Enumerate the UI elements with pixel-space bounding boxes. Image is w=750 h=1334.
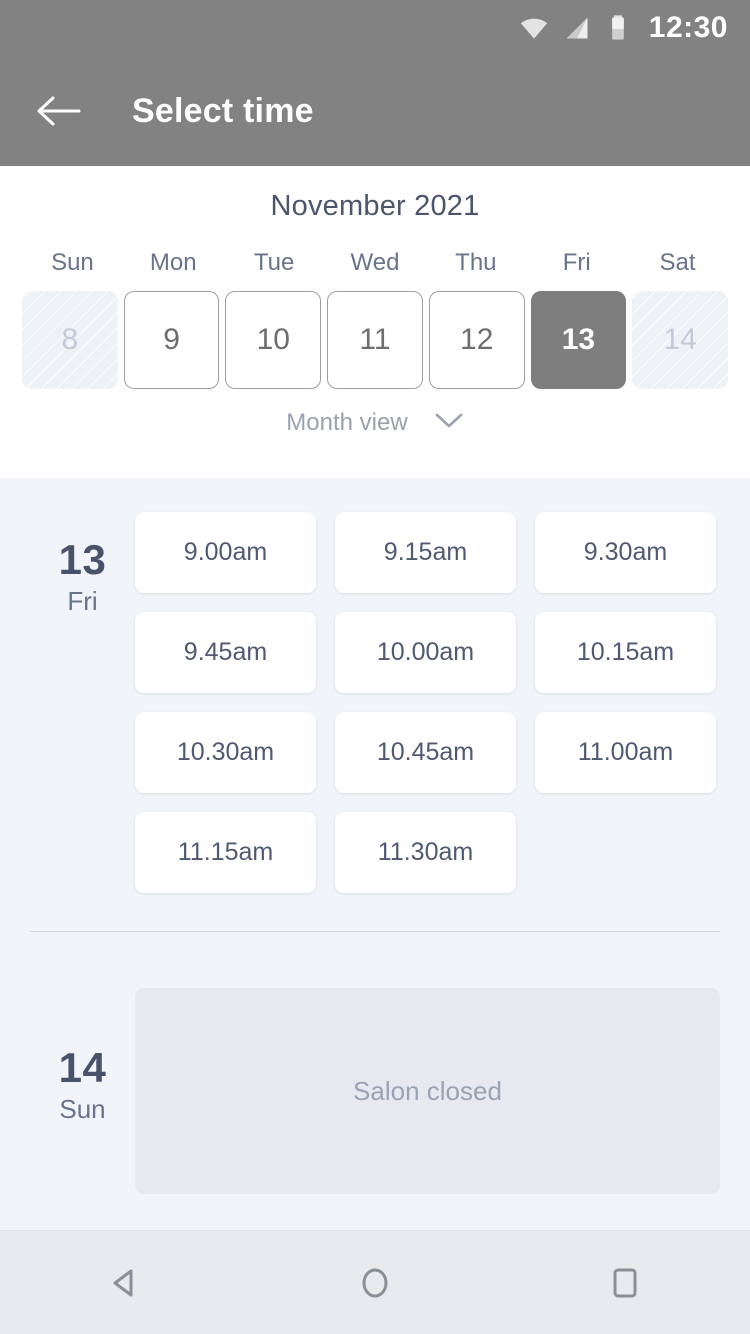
calendar-day-13-selected[interactable]: 13	[530, 291, 627, 389]
cellular-signal-icon	[563, 14, 591, 42]
weekday-label: Thu	[455, 249, 497, 276]
schedule-day-number: 13	[58, 536, 107, 583]
wifi-icon	[519, 13, 549, 43]
chevron-down-icon	[434, 412, 464, 435]
schedule-day-number: 14	[58, 1044, 107, 1091]
page-title: Select time	[132, 91, 314, 130]
calendar-day-10[interactable]: 10	[225, 291, 322, 389]
schedule-panel: 13 Fri 9.00am 9.15am 9.30am 9.45am 10.00…	[0, 478, 750, 1230]
month-view-toggle[interactable]: Month view	[0, 409, 750, 437]
calendar-weekday-header: Sun Mon Tue Wed Thu Fri Sat	[0, 249, 750, 277]
weekday-label: Fri	[562, 249, 591, 276]
calendar-day-14: 14	[632, 291, 728, 389]
schedule-day-name: Fri	[67, 586, 98, 617]
calendar-day-11[interactable]: 11	[327, 291, 423, 389]
schedule-day-14: 14 Sun Salon closed	[0, 932, 750, 1230]
calendar-day-9[interactable]: 9	[123, 291, 220, 389]
app-bar: Select time	[0, 56, 750, 166]
battery-icon	[605, 14, 631, 42]
time-slot[interactable]: 9.30am	[535, 512, 716, 593]
weekday-label: Sun	[51, 249, 94, 276]
time-slot[interactable]: 11.15am	[135, 812, 316, 893]
month-view-label: Month view	[286, 409, 408, 436]
calendar-week-row: 8 9 10 11 12 13 14	[0, 291, 750, 389]
calendar-panel: November 2021 Sun Mon Tue Wed Thu Fri Sa…	[0, 166, 750, 478]
time-slot[interactable]: 9.00am	[135, 512, 316, 593]
calendar-day-12[interactable]: 12	[428, 291, 525, 389]
schedule-day-13: 13 Fri 9.00am 9.15am 9.30am 9.45am 10.00…	[0, 478, 750, 893]
weekday-label: Wed	[350, 249, 400, 276]
time-slot[interactable]: 9.15am	[335, 512, 516, 593]
time-slot-grid: 9.00am 9.15am 9.30am 9.45am 10.00am 10.1…	[135, 512, 720, 893]
back-button[interactable]	[32, 85, 84, 137]
weekday-label: Tue	[253, 249, 295, 276]
time-slot[interactable]: 10.45am	[335, 712, 516, 793]
schedule-day-label: 14 Sun	[30, 988, 135, 1194]
calendar-day-8: 8	[22, 291, 118, 389]
schedule-day-label: 13 Fri	[30, 512, 135, 893]
phone-screen: 12:30 Select time November 2021 Sun Mon …	[0, 0, 750, 1334]
time-slot[interactable]: 10.30am	[135, 712, 316, 793]
time-slot[interactable]: 11.00am	[535, 712, 716, 793]
schedule-day-name: Sun	[59, 1094, 106, 1125]
time-slot[interactable]: 11.30am	[335, 812, 516, 893]
time-slot[interactable]: 10.00am	[335, 612, 516, 693]
android-recents-icon	[613, 1268, 637, 1297]
android-home-icon	[362, 1268, 388, 1297]
android-back-icon	[113, 1269, 133, 1296]
android-recents-button[interactable]	[580, 1248, 670, 1318]
android-back-button[interactable]	[80, 1248, 170, 1318]
arrow-left-icon	[37, 96, 81, 126]
time-slot[interactable]: 9.45am	[135, 612, 316, 693]
android-home-button[interactable]	[330, 1248, 420, 1318]
time-slot[interactable]: 10.15am	[535, 612, 716, 693]
status-bar: 12:30	[0, 0, 750, 56]
status-clock: 12:30	[648, 11, 728, 44]
salon-closed-block: Salon closed	[135, 988, 720, 1194]
weekday-label: Mon	[149, 249, 197, 276]
weekday-label: Sat	[659, 249, 696, 276]
android-nav-bar	[0, 1230, 750, 1334]
calendar-month-title: November 2021	[270, 190, 480, 222]
